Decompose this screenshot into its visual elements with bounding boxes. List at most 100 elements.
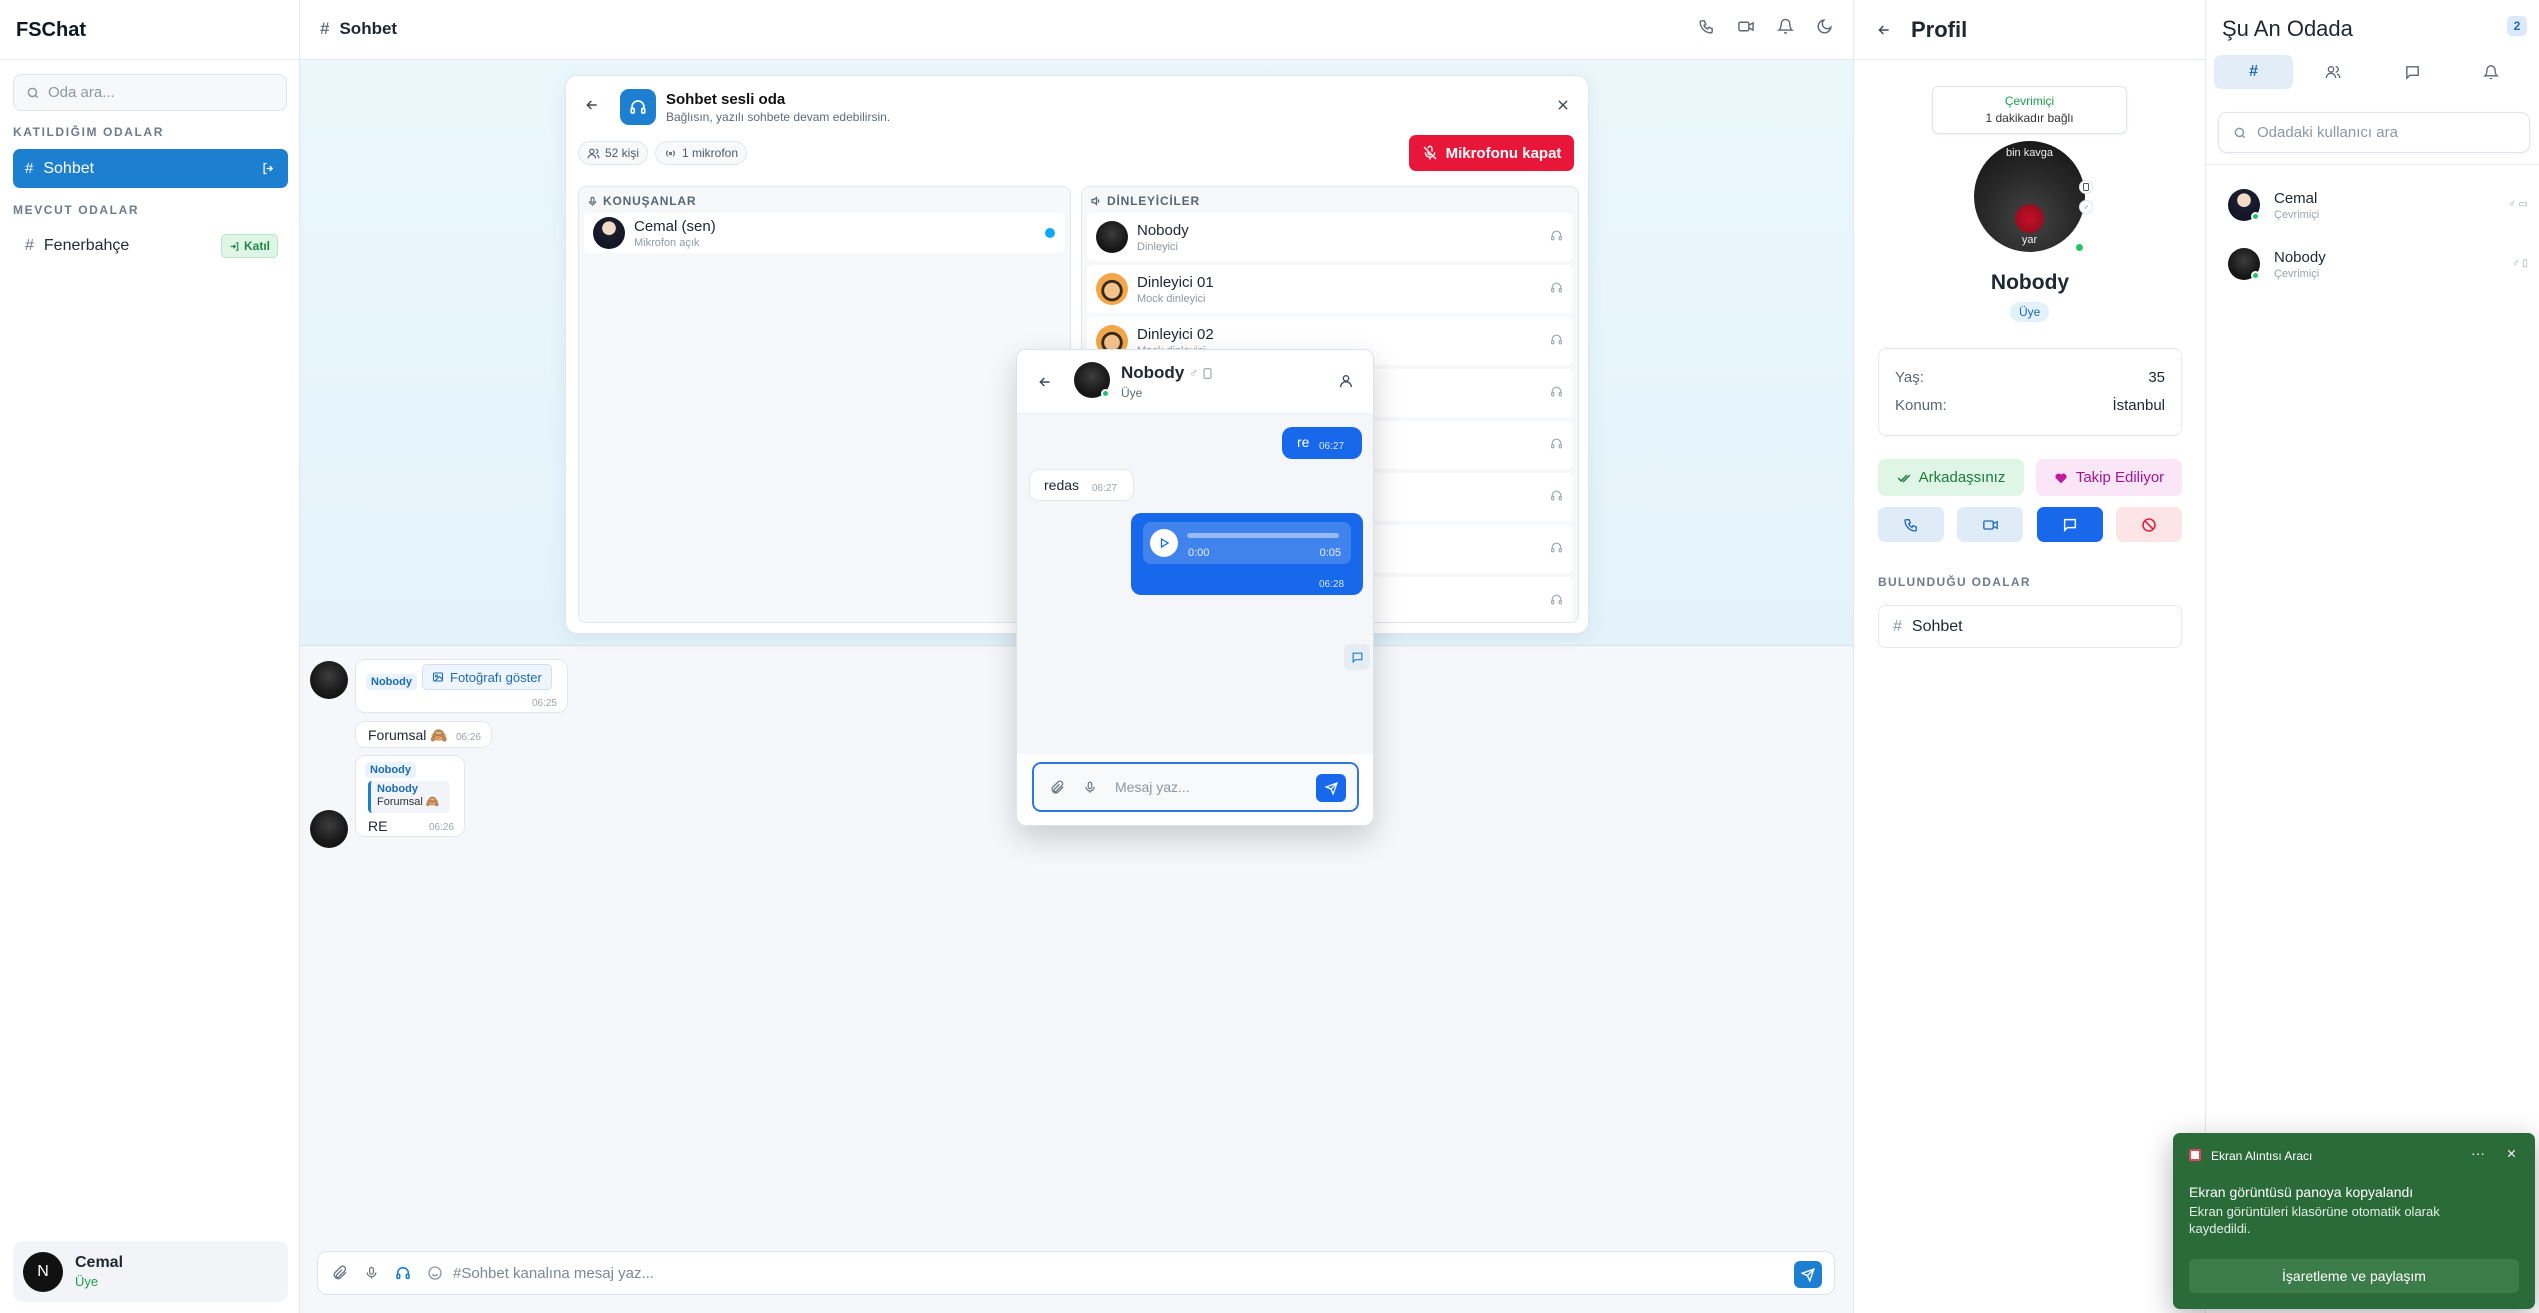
headset-icon[interactable] <box>395 1265 411 1281</box>
location-value: İstanbul <box>2112 397 2165 414</box>
speakers-column: KONUŞANLAR Cemal (sen) Mikrofon açık <box>578 186 1071 623</box>
channel-title: # Sohbet <box>320 19 397 39</box>
block-button[interactable] <box>2116 507 2182 542</box>
tab-notifications[interactable] <box>2452 55 2531 89</box>
speakers-label: KONUŞANLAR <box>603 194 697 208</box>
voice-call-button[interactable] <box>1878 507 1944 542</box>
user-profile-icon[interactable] <box>1338 372 1354 390</box>
close-icon[interactable] <box>1556 98 1570 112</box>
show-photo-button[interactable]: Fotoğrafı göster <box>422 664 552 690</box>
mute-microphone-button[interactable]: Mikrofonu kapat <box>1409 135 1574 171</box>
headset-icon <box>1550 437 1563 450</box>
back-arrow-icon[interactable] <box>1037 374 1053 390</box>
room-search-input[interactable]: Oda ara... <box>13 74 287 111</box>
message-time: 06:26 <box>455 732 481 743</box>
current-user-card[interactable]: N Cemal Üye <box>13 1241 288 1302</box>
block-icon <box>2141 517 2157 533</box>
current-user-name: Cemal <box>75 1254 124 1271</box>
user-name: Cemal <box>2274 189 2318 207</box>
listener-row[interactable]: Dinleyici 01 Mock dinleyici <box>1087 265 1573 313</box>
open-chat-button[interactable] <box>1344 644 1370 670</box>
avatar <box>2228 248 2260 280</box>
speaker-volume-icon <box>1090 195 1102 207</box>
message-time: 06:26 <box>428 822 454 833</box>
more-options-icon[interactable]: ··· <box>2471 1145 2485 1161</box>
leave-room-icon[interactable] <box>261 161 276 176</box>
message-time: 06:25 <box>531 698 557 709</box>
speaker-status: Mikrofon açık <box>634 236 700 249</box>
male-icon: ♂ ▯ <box>2512 258 2528 269</box>
phone-icon[interactable] <box>1698 18 1715 35</box>
dm-message-out[interactable]: re 06:27 <box>1282 427 1362 459</box>
listeners-label: DİNLEYİCİLER <box>1107 194 1200 208</box>
paperclip-icon[interactable] <box>332 1265 348 1281</box>
channel-composer[interactable]: #Sohbet kanalına mesaj yaz... <box>317 1251 1835 1295</box>
profile-role-badge: Üye <box>2010 302 2050 322</box>
tab-channels[interactable]: # <box>2214 55 2294 89</box>
following-button[interactable]: Takip Ediliyor <box>2036 459 2182 496</box>
audio-current-time: 0:00 <box>1188 547 1210 559</box>
sidebar-room-fenerbahce[interactable]: # Fenerbahçe Katıl <box>13 226 288 265</box>
user-search-input[interactable]: Odadaki kullanıcı ara <box>2218 112 2530 153</box>
close-icon[interactable] <box>2506 1148 2517 1159</box>
dm-composer[interactable]: Mesaj yaz... <box>1032 762 1359 812</box>
snipping-tool-notification[interactable]: Ekran Alıntısı Aracı ··· Ekran görüntüsü… <box>2173 1133 2535 1309</box>
user-search-placeholder: Odadaki kullanıcı ara <box>2257 124 2398 141</box>
room-user-row[interactable]: Cemal Çevrimiçi ♂ ▭ <box>2228 189 2528 221</box>
speaker-row[interactable]: Cemal (sen) Mikrofon açık <box>584 213 1065 253</box>
headset-icon <box>1550 489 1563 502</box>
profile-room-item[interactable]: # Sohbet <box>1878 605 2182 648</box>
video-call-button[interactable] <box>1957 507 2023 542</box>
back-arrow-icon[interactable] <box>1876 22 1892 38</box>
audio-progress-track[interactable] <box>1187 533 1339 538</box>
join-room-button[interactable]: Katıl <box>220 234 278 258</box>
message-bubble[interactable]: Forumsal 🙈 06:26 <box>355 721 492 748</box>
headset-icon <box>1550 541 1563 554</box>
tab-users[interactable] <box>2293 55 2372 89</box>
profile-panel: Profil Çevrimiçi 1 dakikadır bağlı bin k… <box>1853 0 2206 1313</box>
markup-share-button[interactable]: İşaretleme ve paylaşım <box>2189 1259 2519 1293</box>
emoji-icon[interactable] <box>427 1265 443 1281</box>
bell-icon[interactable] <box>1777 18 1794 35</box>
tab-messages[interactable] <box>2373 55 2452 89</box>
dm-input-placeholder: Mesaj yaz... <box>1115 779 1190 795</box>
paperclip-icon[interactable] <box>1050 779 1065 795</box>
mic-icon[interactable] <box>1083 780 1097 795</box>
sidebar-room-sohbet[interactable]: # Sohbet <box>13 149 288 188</box>
headset-icon <box>1550 281 1563 294</box>
people-count: 52 kişi <box>605 146 640 160</box>
listeners-header: DİNLEYİCİLER <box>1082 191 1578 211</box>
message-bubble[interactable]: Nobody Nobody Forumsal 🙈 RE 06:26 <box>355 755 465 837</box>
dm-send-button[interactable] <box>1316 774 1346 802</box>
moon-icon[interactable] <box>1816 18 1833 35</box>
send-button[interactable] <box>1794 1261 1822 1288</box>
room-name: Fenerbahçe <box>43 236 130 254</box>
dm-voice-message[interactable]: 0:00 0:05 06:28 <box>1131 513 1363 595</box>
double-check-icon <box>1897 472 1911 484</box>
back-arrow-icon[interactable] <box>584 97 600 113</box>
male-icon: ♂ <box>1189 366 1199 380</box>
user-count-badge: 2 <box>2507 16 2527 36</box>
play-button[interactable] <box>1150 529 1178 557</box>
chat-area: # Sohbet Sohbet sesli oda Bağlısın, yazı… <box>300 0 1853 1313</box>
friends-button[interactable]: Arkadaşsınız <box>1878 459 2024 496</box>
audio-player[interactable]: 0:00 0:05 <box>1143 522 1351 564</box>
profile-photo[interactable]: bin kavga yar <box>1974 141 2085 252</box>
video-icon[interactable] <box>1737 18 1755 35</box>
chat-bubble-icon <box>2062 517 2078 533</box>
dm-message-in[interactable]: redas 06:27 <box>1029 469 1134 501</box>
listener-row[interactable]: Nobody Dinleyici <box>1087 213 1573 261</box>
message-bubble[interactable]: Nobody Fotoğrafı göster 06:25 <box>355 659 568 713</box>
video-icon <box>1982 517 1999 533</box>
dm-user-role: Üye <box>1121 386 1143 400</box>
voice-title: Sohbet sesli oda <box>666 91 786 108</box>
reply-quote[interactable]: Nobody Forumsal 🙈 <box>368 781 450 813</box>
hash-icon: # <box>1893 617 1902 635</box>
search-icon <box>26 86 40 100</box>
mic-icon[interactable] <box>364 1265 379 1281</box>
profile-name: Nobody <box>1990 271 2070 294</box>
direct-message-window: Nobody ♂ Üye re 06:27 redas 06:27 0:00 0… <box>1016 349 1374 826</box>
room-user-row[interactable]: Nobody Çevrimiçi ♂ ▯ <box>2228 248 2528 280</box>
message-button[interactable] <box>2037 507 2103 542</box>
play-icon <box>1158 537 1170 549</box>
